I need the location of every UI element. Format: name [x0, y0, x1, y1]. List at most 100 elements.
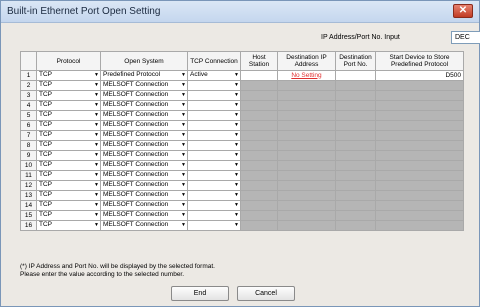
open-system-select-value: MELSOFT Connection: [103, 101, 169, 108]
open-system-select[interactable]: Predefined Protocol ▼: [100, 70, 188, 81]
dropdown-arrow-icon: ▼: [234, 202, 239, 208]
open-system-select[interactable]: MELSOFT Connection ▼: [100, 160, 188, 171]
open-system-select[interactable]: MELSOFT Connection ▼: [100, 150, 188, 161]
protocol-select[interactable]: TCP ▼: [36, 130, 101, 141]
open-system-select-value: MELSOFT Connection: [103, 131, 169, 138]
dropdown-arrow-icon: ▼: [94, 222, 99, 228]
dropdown-arrow-icon: ▼: [181, 212, 186, 218]
open-system-select[interactable]: MELSOFT Connection ▼: [100, 140, 188, 151]
tcp-connection-select[interactable]: ▼: [187, 190, 241, 201]
ip-port-input-label: IP Address/Port No. Input: [321, 34, 400, 41]
open-system-select[interactable]: MELSOFT Connection ▼: [100, 170, 188, 181]
ip-port-format-select[interactable]: DEC ▼: [451, 31, 480, 44]
open-system-select[interactable]: MELSOFT Connection ▼: [100, 190, 188, 201]
protocol-select-value: TCP: [39, 131, 52, 138]
protocol-select[interactable]: TCP ▼: [36, 70, 101, 81]
row-number: 15: [20, 210, 37, 221]
open-system-select[interactable]: MELSOFT Connection ▼: [100, 120, 188, 131]
dropdown-arrow-icon: ▼: [234, 212, 239, 218]
destination-ip-link[interactable]: No Setting: [277, 70, 336, 81]
open-system-select[interactable]: MELSOFT Connection ▼: [100, 110, 188, 121]
dropdown-arrow-icon: ▼: [234, 92, 239, 98]
protocol-select[interactable]: TCP ▼: [36, 200, 101, 211]
title-bar: Built-in Ethernet Port Open Setting ✕: [1, 1, 479, 23]
open-system-select[interactable]: MELSOFT Connection ▼: [100, 130, 188, 141]
tcp-connection-select[interactable]: ▼: [187, 160, 241, 171]
protocol-select[interactable]: TCP ▼: [36, 170, 101, 181]
destination-ip-cell: [277, 80, 336, 91]
dropdown-arrow-icon: ▼: [181, 152, 186, 158]
host-station-cell: [240, 170, 278, 181]
destination-port-cell: [335, 170, 376, 181]
open-system-select[interactable]: MELSOFT Connection ▼: [100, 220, 188, 231]
cancel-button[interactable]: Cancel: [237, 286, 295, 301]
tcp-connection-select[interactable]: ▼: [187, 200, 241, 211]
destination-ip-cell: [277, 200, 336, 211]
protocol-select[interactable]: TCP ▼: [36, 100, 101, 111]
end-button[interactable]: End: [171, 286, 229, 301]
open-system-select[interactable]: MELSOFT Connection ▼: [100, 80, 188, 91]
open-system-select[interactable]: MELSOFT Connection ▼: [100, 100, 188, 111]
table-row: 11 TCP ▼ MELSOFT Connection ▼ ▼: [20, 170, 464, 181]
host-station-cell: [240, 150, 278, 161]
protocol-select[interactable]: TCP ▼: [36, 110, 101, 121]
note-line-1: (*) IP Address and Port No. will be disp…: [20, 263, 215, 270]
protocol-select[interactable]: TCP ▼: [36, 220, 101, 231]
tcp-connection-select[interactable]: ▼: [187, 130, 241, 141]
protocol-select[interactable]: TCP ▼: [36, 180, 101, 191]
table-row: 12 TCP ▼ MELSOFT Connection ▼ ▼: [20, 180, 464, 191]
protocol-select[interactable]: TCP ▼: [36, 90, 101, 101]
dropdown-arrow-icon: ▼: [181, 102, 186, 108]
tcp-connection-select[interactable]: ▼: [187, 180, 241, 191]
protocol-select[interactable]: TCP ▼: [36, 150, 101, 161]
dialog-window: Built-in Ethernet Port Open Setting ✕ IP…: [0, 0, 480, 307]
row-number: 16: [20, 220, 37, 231]
open-system-select-value: MELSOFT Connection: [103, 161, 169, 168]
tcp-connection-select[interactable]: ▼: [187, 90, 241, 101]
destination-port-cell: [335, 160, 376, 171]
protocol-select[interactable]: TCP ▼: [36, 80, 101, 91]
destination-ip-cell: [277, 100, 336, 111]
tcp-connection-select[interactable]: ▼: [187, 220, 241, 231]
header-tcp-connection: TCP Connection: [187, 51, 241, 71]
tcp-connection-select[interactable]: ▼: [187, 140, 241, 151]
tcp-connection-select[interactable]: ▼: [187, 150, 241, 161]
open-system-select[interactable]: MELSOFT Connection ▼: [100, 90, 188, 101]
table-header-row: Protocol Open System TCP Connection Host…: [20, 51, 464, 71]
start-device-cell: [375, 150, 464, 161]
open-system-select[interactable]: MELSOFT Connection ▼: [100, 210, 188, 221]
protocol-select[interactable]: TCP ▼: [36, 210, 101, 221]
tcp-connection-select[interactable]: ▼: [187, 80, 241, 91]
dropdown-arrow-icon: ▼: [181, 122, 186, 128]
open-system-select[interactable]: MELSOFT Connection ▼: [100, 200, 188, 211]
close-button[interactable]: ✕: [453, 4, 473, 18]
protocol-select-value: TCP: [39, 201, 52, 208]
protocol-select-value: TCP: [39, 211, 52, 218]
start-device-input[interactable]: D500: [375, 70, 464, 81]
table-row: 16 TCP ▼ MELSOFT Connection ▼ ▼: [20, 220, 464, 231]
header-host-station: Host Station: [240, 51, 278, 71]
destination-port-cell[interactable]: [335, 70, 376, 81]
destination-ip-cell: [277, 90, 336, 101]
protocol-select[interactable]: TCP ▼: [36, 140, 101, 151]
dropdown-arrow-icon: ▼: [94, 152, 99, 158]
tcp-connection-select[interactable]: ▼: [187, 210, 241, 221]
format-note: (*) IP Address and Port No. will be disp…: [20, 263, 215, 279]
dropdown-arrow-icon: ▼: [234, 172, 239, 178]
row-number: 11: [20, 170, 37, 181]
tcp-connection-select[interactable]: Active ▼: [187, 70, 241, 81]
tcp-connection-select[interactable]: ▼: [187, 110, 241, 121]
protocol-select[interactable]: TCP ▼: [36, 160, 101, 171]
host-station-cell: [240, 90, 278, 101]
tcp-connection-select[interactable]: ▼: [187, 170, 241, 181]
open-system-select[interactable]: MELSOFT Connection ▼: [100, 180, 188, 191]
protocol-select[interactable]: TCP ▼: [36, 120, 101, 131]
header-destination-ip: Destination IP Address: [277, 51, 336, 71]
tcp-connection-select[interactable]: ▼: [187, 120, 241, 131]
tcp-connection-select[interactable]: ▼: [187, 100, 241, 111]
table-row: 4 TCP ▼ MELSOFT Connection ▼ ▼: [20, 100, 464, 111]
protocol-select[interactable]: TCP ▼: [36, 190, 101, 201]
row-number: 8: [20, 140, 37, 151]
destination-ip-cell: [277, 170, 336, 181]
host-station-cell[interactable]: [240, 70, 278, 81]
